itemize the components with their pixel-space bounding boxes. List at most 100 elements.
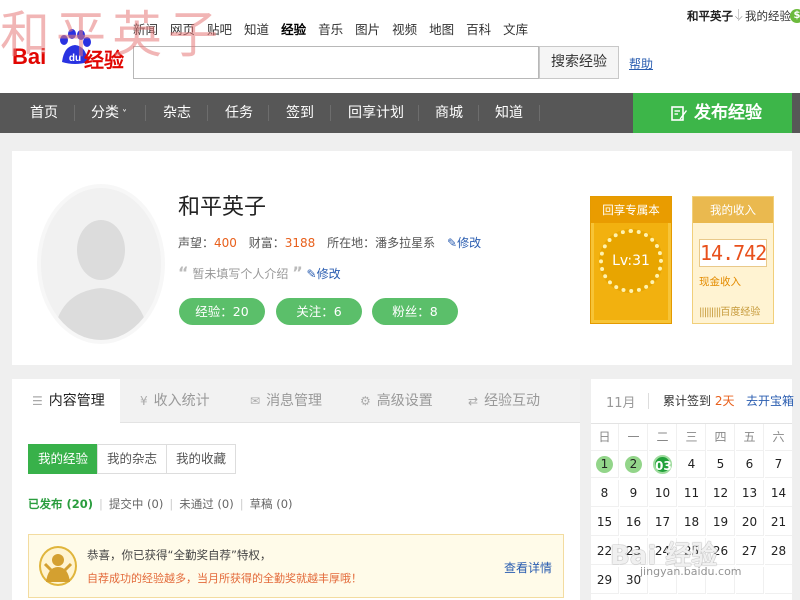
divider [738,9,739,21]
top-nav-item[interactable]: 经验 [281,20,306,40]
nav-item-mall[interactable]: 商城 [435,93,463,133]
nav-item-checkin[interactable]: 签到 [286,93,314,133]
calendar-day[interactable]: 24 [649,538,677,565]
top-nav-item[interactable]: 图片 [355,20,380,40]
calendar-day-number: 16 [625,515,642,529]
nav-item-category-label: 分类 [91,105,119,121]
calendar-day[interactable]: 21 [765,509,793,536]
calendar-day[interactable]: 14 [765,480,793,507]
calendar-day[interactable]: 5 [707,451,735,478]
calendar-day[interactable]: 29 [591,567,619,594]
calendar-day[interactable]: 26 [707,538,735,565]
calendar-weekday: 四 [707,424,735,451]
calendar-day[interactable]: 18 [678,509,706,536]
open-treasure-link[interactable]: 去开宝箱 [746,392,794,409]
search-button[interactable]: 搜索经验 [539,46,619,79]
tab-label: 高级设置 [376,393,433,409]
view-details-link[interactable]: 查看详情 [504,559,552,576]
calendar-day[interactable]: 9 [620,480,648,507]
calendar-day[interactable]: 16 [620,509,648,536]
tab-content-management[interactable]: ☰ 内容管理 [12,379,120,424]
search-input[interactable] [133,46,539,79]
calendar-empty-cell [649,567,677,594]
nav-divider [74,105,75,121]
calendar-day[interactable]: 03 [649,451,677,478]
top-nav-item[interactable]: 知道 [244,20,269,40]
income-amount: 14.742 [699,239,767,267]
calendar-day[interactable]: 1 [591,451,619,478]
help-link[interactable]: 帮助 [629,55,653,72]
calendar-day-number: 13 [741,486,758,500]
calendar-day[interactable]: 10 [649,480,677,507]
income-badge[interactable]: 我的收入 14.742 现金收入 |||||||||百度经验 [692,196,774,324]
top-nav-item[interactable]: 音乐 [318,20,343,40]
calendar-day[interactable]: 12 [707,480,735,507]
subtab-my-magazine[interactable]: 我的杂志 [97,444,167,474]
baidu-jingyan-logo[interactable]: Bai du 经验 [12,28,124,74]
calendar-weekday: 五 [736,424,764,451]
tab-income-stats[interactable]: ¥ 收入统计 [140,379,210,423]
filter-submitting[interactable]: 提交中 (0) [109,497,163,511]
top-nav-item[interactable]: 视频 [392,20,417,40]
calendar-day[interactable]: 4 [678,451,706,478]
nav-divider [418,105,419,121]
calendar-day[interactable]: 28 [765,538,793,565]
nav-item-category[interactable]: 分类 ˅ [91,93,127,133]
tab-experience-interaction[interactable]: ⇄ 经验互动 [468,379,540,423]
calendar-day-number: 15 [596,515,613,529]
nav-item-home[interactable]: 首页 [30,93,58,133]
tab-message-management[interactable]: ✉ 消息管理 [250,379,322,423]
barcode-icon: ||||||||| [699,307,721,318]
calendar-day[interactable]: 19 [707,509,735,536]
calendar-day[interactable]: 17 [649,509,677,536]
subtab-my-experience[interactable]: 我的经验 [28,444,98,474]
calendar-day[interactable]: 13 [736,480,764,507]
top-nav-item[interactable]: 百科 [466,20,491,40]
following-count-button[interactable]: 关注：6 [276,298,362,325]
tab-advanced-settings[interactable]: ⚙ 高级设置 [360,379,433,423]
user-menu[interactable]: 和平英子⌵ [687,8,743,24]
top-nav-item[interactable]: 地图 [429,20,454,40]
calendar-day[interactable]: 7 [765,451,793,478]
calendar-day[interactable]: 27 [736,538,764,565]
top-nav-item[interactable]: 贴吧 [207,20,232,40]
logo-bai-text: Bai [12,44,47,69]
fans-count-button[interactable]: 粉丝：8 [372,298,458,325]
nav-item-magazine[interactable]: 杂志 [163,93,191,133]
calendar-day-number: 14 [770,486,787,500]
calendar-day-number: 8 [600,486,609,500]
nav-item-share-plan[interactable]: 回享计划 [348,93,404,133]
calendar-day[interactable]: 30 [620,567,648,594]
edit-intro-label: 修改 [316,267,341,281]
avatar[interactable] [37,184,165,344]
logo-du-text: du [69,53,81,64]
nav-item-tasks[interactable]: 任务 [225,93,253,133]
publish-experience-button[interactable]: 发布经验 [633,93,792,133]
app-badge-icon[interactable]: $ [790,9,800,23]
calendar-day[interactable]: 2 [620,451,648,478]
calendar-day[interactable]: 11 [678,480,706,507]
top-nav-item[interactable]: 网页 [170,20,195,40]
nav-divider [207,105,208,121]
subtab-my-favorites[interactable]: 我的收藏 [166,444,236,474]
filter-rejected[interactable]: 未通过 (0) [179,497,233,511]
calendar-day[interactable]: 25 [678,538,706,565]
calendar-day[interactable]: 20 [736,509,764,536]
edit-intro-link[interactable]: ✎修改 [307,267,341,281]
experience-count-button[interactable]: 经验：20 [179,298,265,325]
calendar-day[interactable]: 6 [736,451,764,478]
filter-draft[interactable]: 草稿 (0) [250,497,293,511]
top-nav-item[interactable]: 新闻 [133,20,158,40]
calendar-day[interactable]: 15 [591,509,619,536]
my-experience-link[interactable]: 我的经验 [745,8,791,24]
location-value: 潘多拉星系 [375,236,436,250]
calendar-day[interactable]: 23 [620,538,648,565]
nav-item-zhidao[interactable]: 知道 [495,93,523,133]
filter-published[interactable]: 已发布 (20) [28,497,93,511]
level-badge[interactable]: 回享专属本 Lv:31 [590,196,672,324]
edit-location-link[interactable]: ✎修改 [447,236,481,250]
top-nav-item[interactable]: 文库 [503,20,528,40]
publish-label: 发布经验 [694,103,762,123]
calendar-day[interactable]: 22 [591,538,619,565]
calendar-day[interactable]: 8 [591,480,619,507]
